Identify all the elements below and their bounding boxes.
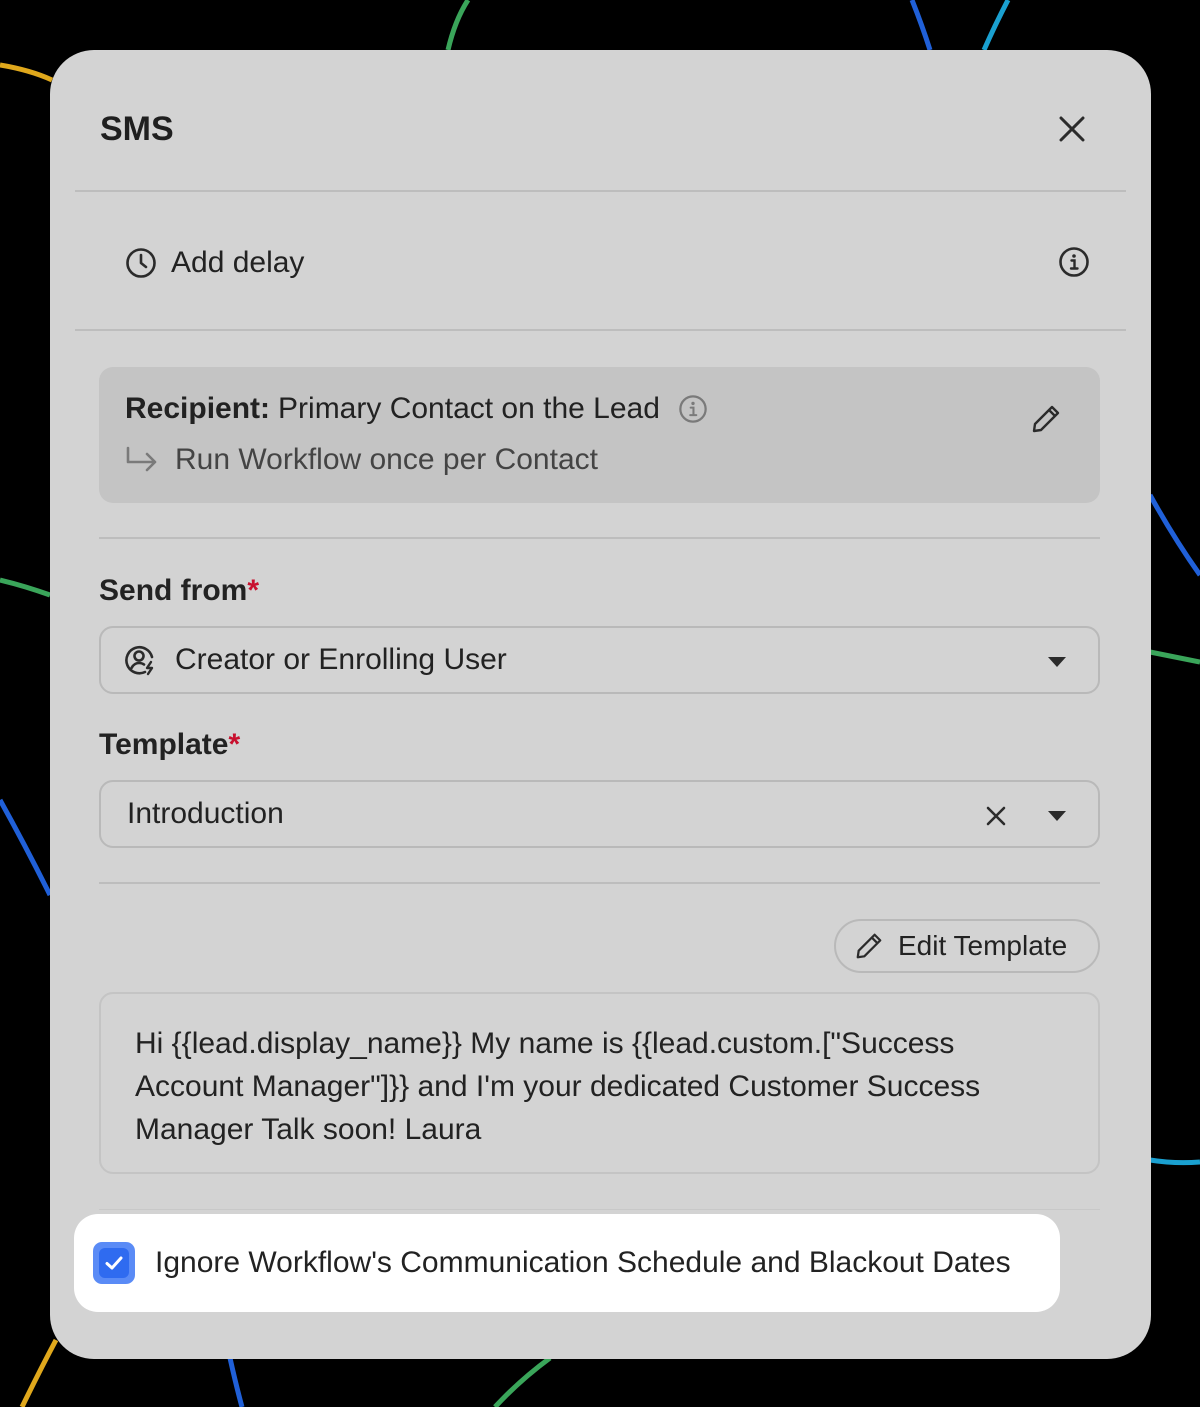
- required-mark: *: [247, 574, 260, 607]
- required-mark: *: [228, 728, 241, 761]
- clear-icon[interactable]: [984, 804, 1008, 828]
- ignore-schedule-row: Ignore Workflow's Communication Schedule…: [74, 1214, 1060, 1312]
- add-delay-label: Add delay: [171, 246, 305, 279]
- divider: [99, 537, 1100, 539]
- sms-dialog: SMS Add delay Recipient: Primary Contact…: [50, 50, 1151, 1359]
- add-delay-button[interactable]: Add delay: [125, 243, 1125, 283]
- template-label-text: Template: [99, 728, 229, 761]
- pencil-icon[interactable]: [1030, 403, 1062, 435]
- divider: [99, 882, 1100, 884]
- send-from-select[interactable]: Creator or Enrolling User: [99, 626, 1100, 694]
- pencil-icon: [856, 933, 882, 959]
- info-icon[interactable]: [678, 394, 708, 424]
- divider: [75, 329, 1126, 331]
- send-from-value: Creator or Enrolling User: [175, 643, 507, 676]
- ignore-schedule-label: Ignore Workflow's Communication Schedule…: [155, 1246, 1011, 1279]
- clock-icon: [126, 248, 156, 278]
- ignore-schedule-checkbox[interactable]: [93, 1242, 135, 1284]
- checkbox-fill: [99, 1248, 129, 1278]
- template-label: Template*: [99, 728, 240, 762]
- recipient-value: Primary Contact on the Lead: [278, 392, 660, 425]
- user-sync-icon: [125, 645, 154, 676]
- edit-template-label: Edit Template: [898, 930, 1068, 961]
- run-mode-row: Run Workflow once per Contact: [125, 443, 598, 477]
- close-icon[interactable]: [1055, 112, 1089, 146]
- send-from-label-text: Send from: [99, 574, 248, 607]
- divider: [75, 190, 1126, 192]
- template-value: Introduction: [127, 797, 284, 830]
- recipient-row: Recipient: Primary Contact on the Lead: [125, 392, 708, 426]
- send-from-label: Send from*: [99, 574, 259, 608]
- return-arrow-icon: [126, 446, 157, 472]
- info-icon[interactable]: [1058, 246, 1090, 278]
- dialog-title: SMS: [100, 110, 174, 148]
- recipient-key: Recipient:: [125, 392, 271, 425]
- run-mode-text: Run Workflow once per Contact: [175, 443, 598, 476]
- edit-template-button[interactable]: Edit Template: [834, 919, 1100, 973]
- divider: [99, 1209, 1100, 1210]
- template-preview: Hi {{lead.display_name}} My name is {{le…: [99, 992, 1100, 1174]
- template-select[interactable]: Introduction: [99, 780, 1100, 848]
- check-icon: [105, 1256, 123, 1270]
- recipient-card: Recipient: Primary Contact on the Lead R…: [99, 367, 1100, 503]
- caret-down-icon: [1048, 657, 1066, 667]
- caret-down-icon: [1048, 811, 1066, 821]
